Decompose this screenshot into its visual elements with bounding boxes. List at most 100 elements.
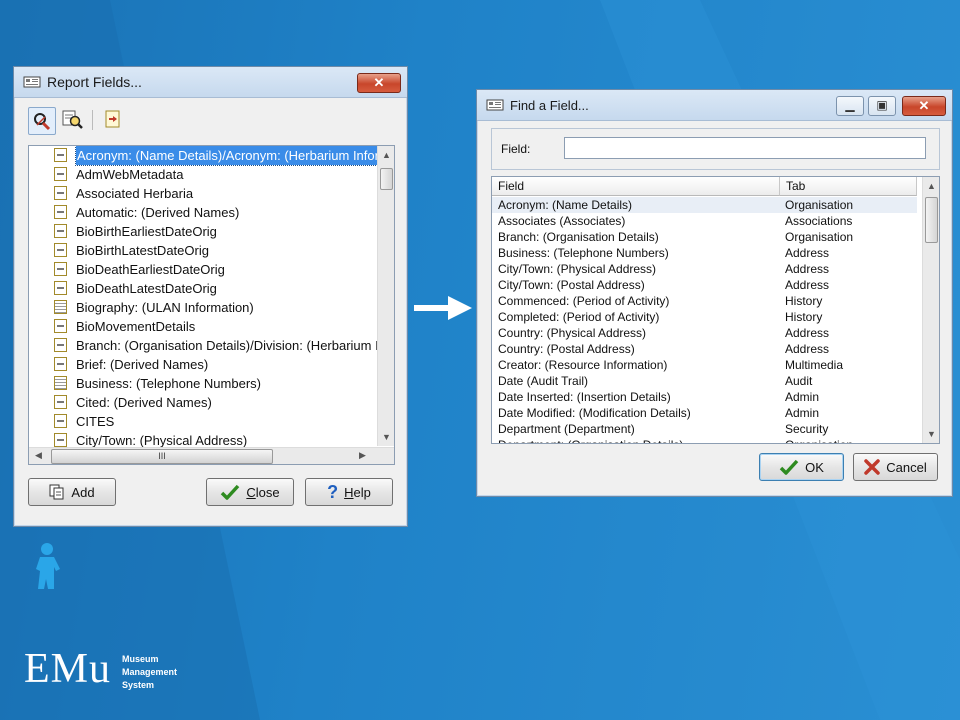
logo-line-museum: Museum xyxy=(122,654,159,664)
add-button[interactable]: Add xyxy=(28,478,116,506)
scroll-up-icon[interactable]: ▲ xyxy=(382,150,391,160)
list-item[interactable]: Business: (Telephone Numbers) xyxy=(29,374,369,393)
field-icon xyxy=(54,357,67,371)
list-item-label: Biography: (ULAN Information) xyxy=(76,300,254,315)
list-item[interactable]: BioMovementDetails xyxy=(29,317,369,336)
list-item[interactable]: Automatic: (Derived Names) xyxy=(29,203,369,222)
scroll-down-icon[interactable]: ▼ xyxy=(382,432,391,442)
close-button[interactable]: Close xyxy=(206,478,294,506)
list-item[interactable]: BioBirthLatestDateOrig xyxy=(29,241,369,260)
close-icon: ✕ xyxy=(918,98,930,113)
list-item-label: BioDeathLatestDateOrig xyxy=(76,281,217,296)
report-fields-toolbar xyxy=(28,107,148,135)
list-item[interactable]: BioDeathEarliestDateOrig xyxy=(29,260,369,279)
vertical-scrollbar[interactable]: ▲ ▼ xyxy=(377,146,394,446)
list-item[interactable]: Acronym: (Name Details)/Acronym: (Herbar… xyxy=(29,146,392,166)
field-icon xyxy=(54,148,67,162)
ok-button[interactable]: OK xyxy=(759,453,844,481)
table-row[interactable]: City/Town: (Physical Address) Address xyxy=(492,261,917,277)
table-row[interactable]: Branch: (Organisation Details) Organisati… xyxy=(492,229,917,245)
table-row[interactable]: City/Town: (Postal Address) Address xyxy=(492,277,917,293)
report-fields-titlebar[interactable]: Report Fields... ✕ xyxy=(14,67,407,98)
list-item-label: CITES xyxy=(76,414,115,429)
list-item[interactable]: Associated Herbaria xyxy=(29,184,369,203)
logo-line-system: System xyxy=(122,680,155,690)
field-icon xyxy=(54,262,67,276)
table-row[interactable]: Country: (Physical Address) Address xyxy=(492,325,917,341)
scroll-down-icon[interactable]: ▼ xyxy=(927,429,936,439)
scroll-up-icon[interactable]: ▲ xyxy=(927,181,936,191)
vertical-scrollbar[interactable]: ▲ ▼ xyxy=(922,177,939,443)
table-row[interactable]: Date Modified: (Modification Details) Adm… xyxy=(492,405,917,421)
table-row[interactable]: Country: (Postal Address) Address xyxy=(492,341,917,357)
scrollbar-thumb[interactable] xyxy=(380,168,393,190)
horizontal-scrollbar-thumb[interactable]: III xyxy=(51,449,273,464)
search-text-button[interactable] xyxy=(60,107,86,133)
help-button[interactable]: ? Help xyxy=(305,478,393,506)
tab-cell: Security xyxy=(785,422,829,436)
cancel-button[interactable]: Cancel xyxy=(853,453,938,481)
table-row[interactable]: Department (Department) Security xyxy=(492,421,917,437)
table-row[interactable]: Department: (Organisation Details) Organi… xyxy=(492,437,917,443)
list-item[interactable]: Biography: (ULAN Information) xyxy=(29,298,369,317)
list-item[interactable]: BioBirthEarliestDateOrig xyxy=(29,222,369,241)
scrollbar-grip: III xyxy=(158,451,166,461)
column-header-tab[interactable]: Tab xyxy=(780,177,917,196)
close-window-button[interactable]: ✕ xyxy=(357,73,401,93)
tab-cell: Multimedia xyxy=(785,358,844,372)
restore-button[interactable]: ▣ xyxy=(868,96,896,116)
minimize-button[interactable]: ▁ xyxy=(836,96,864,116)
field-icon xyxy=(54,338,67,352)
list-item[interactable]: CITES xyxy=(29,412,369,431)
list-item[interactable]: BioDeathLatestDateOrig xyxy=(29,279,369,298)
close-window-button[interactable]: ✕ xyxy=(902,96,946,116)
field-cell: City/Town: (Physical Address) xyxy=(498,262,657,276)
list-item-label: Brief: (Derived Names) xyxy=(76,357,209,372)
column-header-field[interactable]: Field xyxy=(492,177,780,196)
list-item[interactable]: AdmWebMetadata xyxy=(29,165,369,184)
table-row[interactable]: Business: (Telephone Numbers) Address xyxy=(492,245,917,261)
table-row[interactable]: Date Inserted: (Insertion Details) Admin xyxy=(492,389,917,405)
table-row[interactable]: Commenced: (Period of Activity) History xyxy=(492,293,917,309)
help-button-label: Help xyxy=(344,484,371,500)
list-item[interactable]: Cited: (Derived Names) xyxy=(29,393,369,412)
cancel-x-icon xyxy=(864,459,881,475)
restore-icon: ▣ xyxy=(876,98,888,112)
field-icon xyxy=(54,243,67,257)
find-field-dialog: Find a Field... ▁ ▣ ✕ Field: Field Tab A… xyxy=(476,89,953,497)
field-icon xyxy=(54,395,67,409)
table-row[interactable]: Completed: (Period of Activity) History xyxy=(492,309,917,325)
list-item[interactable]: Branch: (Organisation Details)/Division:… xyxy=(29,336,386,355)
scrollbar-thumb[interactable] xyxy=(925,197,938,243)
tab-cell: Address xyxy=(785,246,830,260)
cancel-button-label: Cancel xyxy=(886,459,927,475)
field-results-list[interactable]: Field Tab Acronym: (Name Details) Organis… xyxy=(491,176,940,444)
scroll-right-icon[interactable]: ▶ xyxy=(359,450,366,461)
horizontal-scrollbar[interactable]: ◀ III ▶ xyxy=(29,447,394,464)
list-item[interactable]: Brief: (Derived Names) xyxy=(29,355,369,374)
tab-cell: Admin xyxy=(785,390,820,404)
table-row[interactable]: Date (Audit Trail) Audit xyxy=(492,373,917,389)
table-row[interactable]: Acronym: (Name Details) Organisation xyxy=(492,197,917,213)
report-fields-list[interactable]: Acronym: (Name Details)/Acronym: (Herbar… xyxy=(28,145,395,465)
field-icon xyxy=(54,224,67,238)
field-cell: Date Modified: (Modification Details) xyxy=(498,406,691,420)
scroll-left-icon[interactable]: ◀ xyxy=(35,450,42,461)
app-window-icon xyxy=(486,99,504,111)
field-search-input[interactable] xyxy=(564,137,926,159)
tab-cell: Admin xyxy=(785,406,820,420)
table-row[interactable]: Associates (Associates) Associations xyxy=(492,213,917,229)
insert-field-button[interactable] xyxy=(100,107,126,133)
table-row[interactable]: Creator: (Resource Information) Multimedi… xyxy=(492,357,917,373)
field-cell: Date (Audit Trail) xyxy=(498,374,589,388)
tab-cell: Address xyxy=(785,262,830,276)
field-cell: Commenced: (Period of Activity) xyxy=(498,294,670,308)
close-icon: ✕ xyxy=(373,75,385,90)
field-cell: Department (Department) xyxy=(498,422,635,436)
field-cell: Associates (Associates) xyxy=(498,214,626,228)
find-field-titlebar[interactable]: Find a Field... ▁ ▣ ✕ xyxy=(477,90,952,121)
search-field-button[interactable] xyxy=(28,107,56,135)
field-cell: Completed: (Period of Activity) xyxy=(498,310,660,324)
report-fields-dialog: Report Fields... ✕ Acronym: (Name Detail… xyxy=(13,66,408,527)
field-cell: Country: (Postal Address) xyxy=(498,342,635,356)
